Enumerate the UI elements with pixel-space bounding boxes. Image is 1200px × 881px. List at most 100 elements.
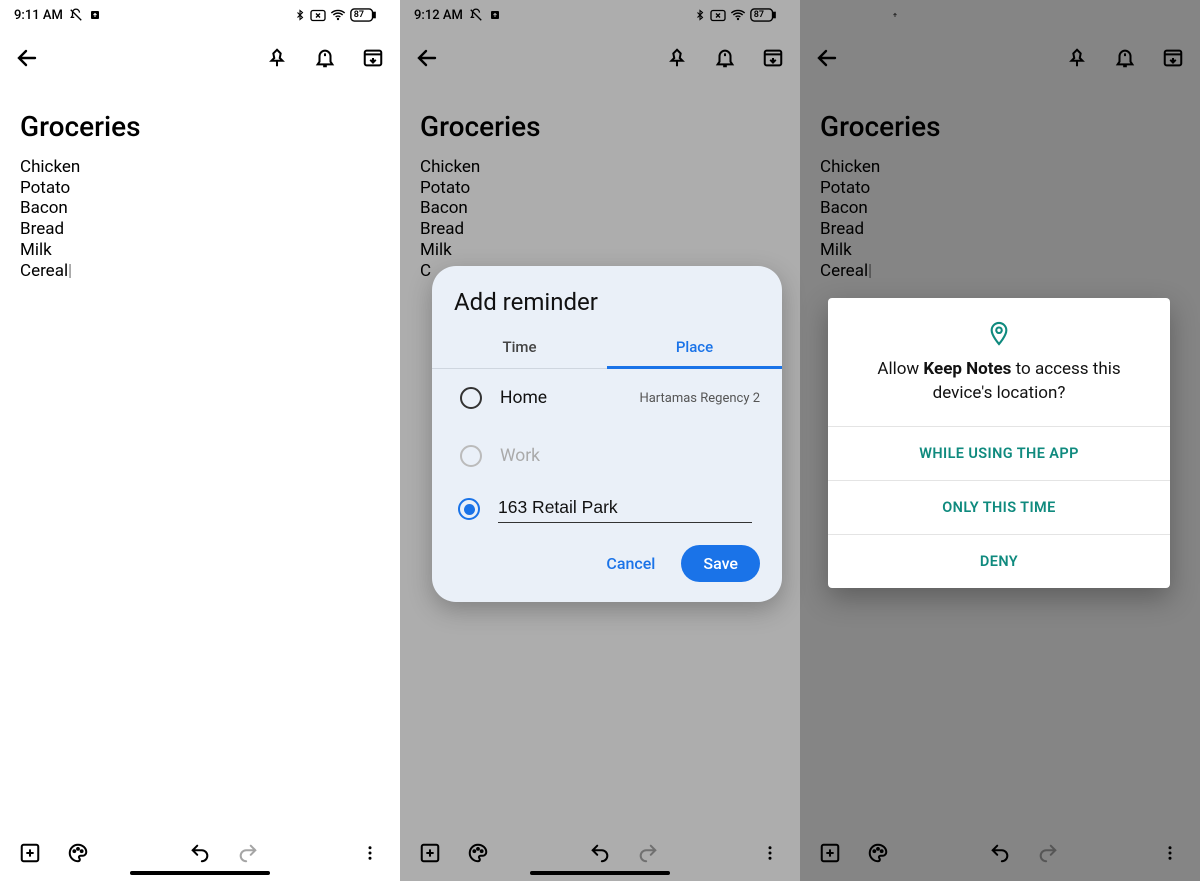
palette-button[interactable] (466, 841, 490, 865)
tab-time[interactable]: Time (432, 326, 607, 368)
screen-permission-dialog: 9:12 AM 87 Groceries Chicken Potato Baco… (800, 0, 1200, 881)
place-option-label: Home (500, 388, 621, 408)
note-item[interactable]: Cereal (20, 261, 380, 282)
radio-unselected-icon[interactable] (460, 387, 482, 409)
undo-button[interactable] (188, 841, 212, 865)
redo-button[interactable] (1036, 841, 1060, 865)
back-button[interactable] (814, 45, 840, 71)
bluetooth-icon (294, 8, 306, 22)
note-item[interactable]: Bacon (20, 198, 380, 219)
cancel-button[interactable]: Cancel (594, 546, 667, 581)
note-item: Potato (420, 178, 780, 199)
mute-icon (69, 8, 83, 22)
permission-deny-button[interactable]: DENY (828, 534, 1170, 588)
close-square-icon (1110, 9, 1126, 22)
note-items: Chicken Potato Bacon Bread Milk Cereal (820, 157, 1180, 281)
note-item[interactable]: Potato (20, 178, 380, 199)
place-option-work[interactable]: Work (432, 427, 782, 485)
bluetooth-icon (1094, 8, 1106, 22)
wifi-icon (330, 8, 346, 22)
place-option-custom[interactable] (432, 485, 782, 529)
archive-button[interactable] (1160, 45, 1186, 71)
dialog-tabs: Time Place (432, 326, 782, 369)
app-toolbar (400, 30, 800, 86)
note-items[interactable]: Chicken Potato Bacon Bread Milk Cereal (20, 157, 380, 281)
battery-icon: 87 (1150, 8, 1186, 22)
reminder-button[interactable] (712, 45, 738, 71)
overflow-button[interactable] (758, 841, 782, 865)
note-item: Bread (420, 219, 780, 240)
note-item[interactable]: Chicken (20, 157, 380, 178)
screen-note: 9:11 AM 87 (0, 0, 400, 881)
bluetooth-icon (694, 8, 706, 22)
place-option-sublabel: Hartamas Regency 2 (639, 391, 760, 406)
palette-button[interactable] (66, 841, 90, 865)
status-time: 9:12 AM (414, 8, 463, 23)
permission-dialog: Allow Keep Notes to access this device's… (828, 298, 1170, 588)
tab-place[interactable]: Place (607, 326, 782, 368)
upload-icon (89, 9, 101, 21)
pin-button[interactable] (664, 45, 690, 71)
note-item[interactable]: Bread (20, 219, 380, 240)
note-item: Milk (820, 240, 1180, 261)
mute-icon (469, 8, 483, 22)
note-item: Bacon (820, 198, 1180, 219)
status-bar: 9:12 AM 87 (800, 0, 1200, 30)
reminder-button[interactable] (1112, 45, 1138, 71)
note-item: Cereal (820, 261, 1180, 282)
status-time: 9:11 AM (14, 8, 63, 23)
palette-button[interactable] (866, 841, 890, 865)
wifi-icon (1130, 8, 1146, 22)
undo-button[interactable] (588, 841, 612, 865)
note-title: Groceries (420, 110, 780, 143)
note-item: Bread (820, 219, 1180, 240)
radio-selected-icon[interactable] (458, 498, 480, 520)
upload-icon (489, 9, 501, 21)
note-title[interactable]: Groceries (20, 110, 380, 143)
close-square-icon (310, 9, 326, 22)
permission-prompt: Allow Keep Notes to access this device's… (854, 358, 1144, 406)
note-item[interactable]: Milk (20, 240, 380, 261)
app-toolbar (0, 30, 400, 86)
note-item: Milk (420, 240, 780, 261)
note-body[interactable]: Groceries Chicken Potato Bacon Bread Mil… (0, 86, 400, 825)
archive-button[interactable] (760, 45, 786, 71)
mute-icon (869, 8, 883, 22)
pin-button[interactable] (1064, 45, 1090, 71)
add-button[interactable] (18, 841, 42, 865)
note-item: Chicken (420, 157, 780, 178)
battery-level: 87 (354, 10, 364, 20)
note-item: Potato (820, 178, 1180, 199)
screen-reminder-dialog: 9:12 AM 87 Groceries Chicken Potato B (400, 0, 800, 881)
permission-while-using-button[interactable]: WHILE USING THE APP (828, 426, 1170, 480)
wifi-icon (730, 8, 746, 22)
overflow-button[interactable] (1158, 841, 1182, 865)
custom-place-input[interactable] (498, 495, 752, 523)
back-button[interactable] (414, 45, 440, 71)
reminder-button[interactable] (312, 45, 338, 71)
undo-button[interactable] (988, 841, 1012, 865)
status-time: 9:12 AM (814, 8, 863, 23)
close-square-icon (710, 9, 726, 22)
back-button[interactable] (14, 45, 40, 71)
status-bar: 9:12 AM 87 (400, 0, 800, 30)
archive-button[interactable] (360, 45, 386, 71)
permission-header: Allow Keep Notes to access this device's… (828, 298, 1170, 426)
overflow-button[interactable] (358, 841, 382, 865)
battery-icon: 87 (350, 8, 386, 22)
note-title: Groceries (820, 110, 1180, 143)
permission-only-this-time-button[interactable]: ONLY THIS TIME (828, 480, 1170, 534)
place-option-home[interactable]: Home Hartamas Regency 2 (432, 369, 782, 427)
add-button[interactable] (418, 841, 442, 865)
add-button[interactable] (818, 841, 842, 865)
place-option-label: Work (500, 446, 760, 466)
redo-button[interactable] (636, 841, 660, 865)
pin-button[interactable] (264, 45, 290, 71)
home-indicator (530, 871, 670, 875)
redo-button[interactable] (236, 841, 260, 865)
save-button[interactable]: Save (681, 545, 760, 582)
dialog-title: Add reminder (432, 266, 782, 326)
add-reminder-dialog: Add reminder Time Place Home Hartamas Re… (432, 266, 782, 602)
status-bar: 9:11 AM 87 (0, 0, 400, 30)
dialog-actions: Cancel Save (432, 529, 782, 602)
